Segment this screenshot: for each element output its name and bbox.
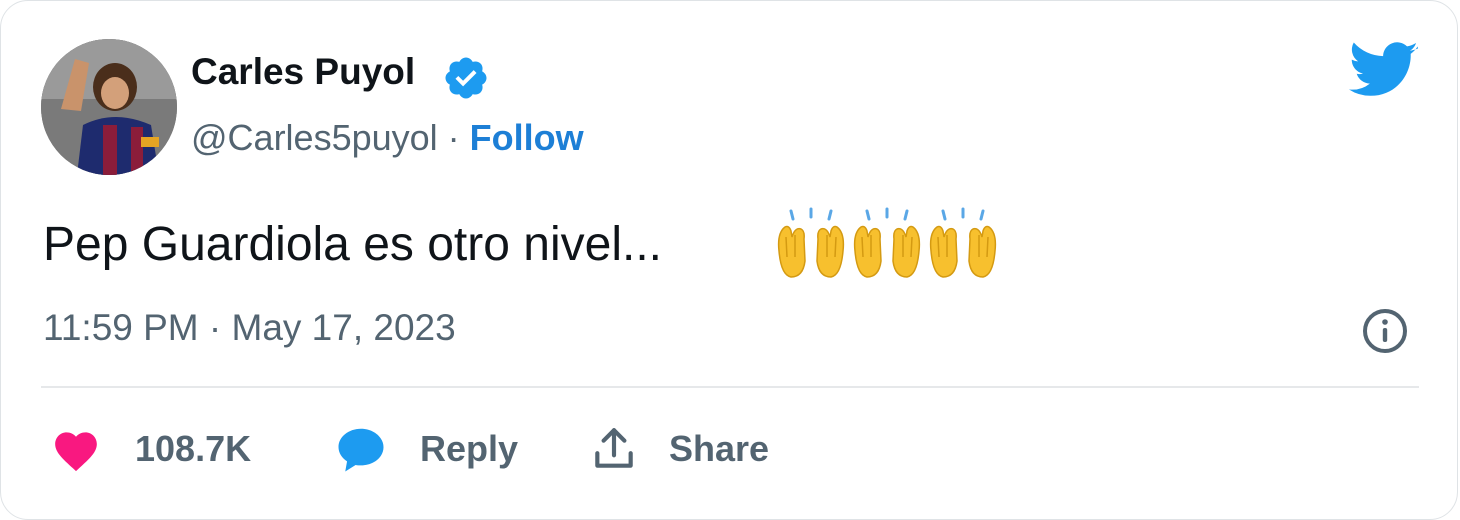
share-button[interactable]: Share	[589, 421, 769, 477]
author-name[interactable]: Carles Puyol	[191, 51, 415, 93]
tweet-text: Pep Guardiola es otro nivel...	[43, 218, 663, 271]
reply-button[interactable]: Reply	[334, 421, 518, 477]
author-handle[interactable]: @Carles5puyol	[191, 117, 438, 158]
divider	[41, 386, 1419, 388]
tweet-card: Carles Puyol @Carles5puyol · Follow Pep …	[0, 0, 1458, 520]
follow-button[interactable]: Follow	[470, 117, 584, 158]
tweet-timestamp[interactable]: 11:59 PM · May 17, 2023	[43, 307, 456, 349]
share-icon	[595, 428, 633, 468]
verified-badge-icon	[445, 57, 487, 99]
author-handle-row: @Carles5puyol · Follow	[191, 117, 584, 159]
like-button[interactable]: 108.7K	[51, 421, 251, 477]
like-count: 108.7K	[135, 428, 252, 469]
separator-dot: ·	[447, 117, 470, 158]
raising-hands-emoji	[777, 207, 997, 279]
reply-label: Reply	[420, 428, 519, 469]
speech-bubble-icon	[338, 428, 384, 472]
share-label: Share	[669, 428, 770, 469]
heart-icon	[55, 432, 97, 472]
info-icon[interactable]	[1361, 307, 1409, 355]
twitter-bird-icon[interactable]	[1349, 41, 1419, 101]
avatar[interactable]	[41, 39, 177, 175]
avatar-photo	[41, 39, 177, 175]
